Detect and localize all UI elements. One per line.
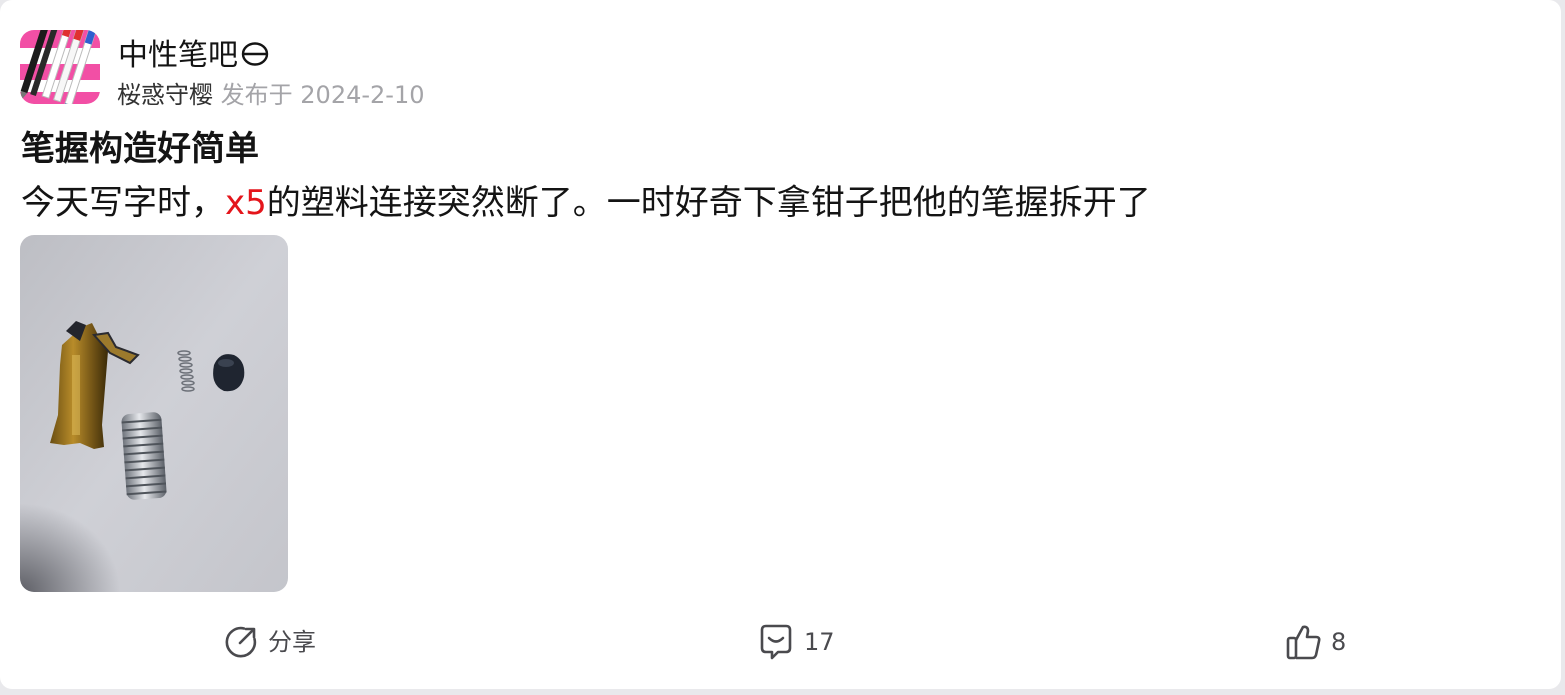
share-label: 分享 [268, 628, 316, 656]
published-date: 2024-2-10 [300, 81, 425, 109]
like-count: 8 [1331, 628, 1347, 656]
share-icon [225, 626, 257, 658]
comment-button[interactable]: 17 [756, 622, 835, 662]
post-meta: 桜惑守樱 发布于 2024-2-10 [117, 79, 425, 111]
thumbs-up-icon [1286, 625, 1321, 660]
share-button[interactable]: 分享 [222, 622, 316, 662]
comment-icon [760, 624, 792, 660]
forum-name[interactable]: 中性笔吧 [118, 36, 270, 78]
disassembled-pen-grip-photo [20, 235, 288, 592]
post-body-suffix: 的塑料连接突然断了。一时好奇下拿钳子把他的笔握拆开了 [266, 183, 1151, 223]
black-plastic-cap [213, 354, 245, 392]
post-body[interactable]: 今天写字时，x5的塑料连接突然断了。一时好奇下拿钳子把他的笔握拆开了 [21, 180, 1151, 226]
forum-avatar[interactable] [20, 30, 100, 104]
post-body-prefix: 今天写字时， [21, 183, 225, 223]
post-title[interactable]: 笔握构造好简单 [21, 127, 259, 171]
sign-in-icon[interactable] [240, 38, 270, 78]
forum-name-text: 中性笔吧 [118, 38, 238, 73]
post-image[interactable] [20, 235, 288, 592]
author-name[interactable]: 桜惑守樱 [117, 81, 213, 109]
comment-count: 17 [804, 628, 835, 656]
pens-avatar-image [20, 30, 100, 104]
steel-spring-large [121, 412, 167, 500]
pen-model-link[interactable]: x5 [225, 183, 267, 223]
like-button[interactable]: 8 [1285, 622, 1346, 662]
published-label: 发布于 [220, 81, 293, 109]
post-card[interactable]: 中性笔吧 桜惑守樱 发布于 2024-2-10 笔握构造好简单 今天写字时，x5… [0, 0, 1561, 689]
